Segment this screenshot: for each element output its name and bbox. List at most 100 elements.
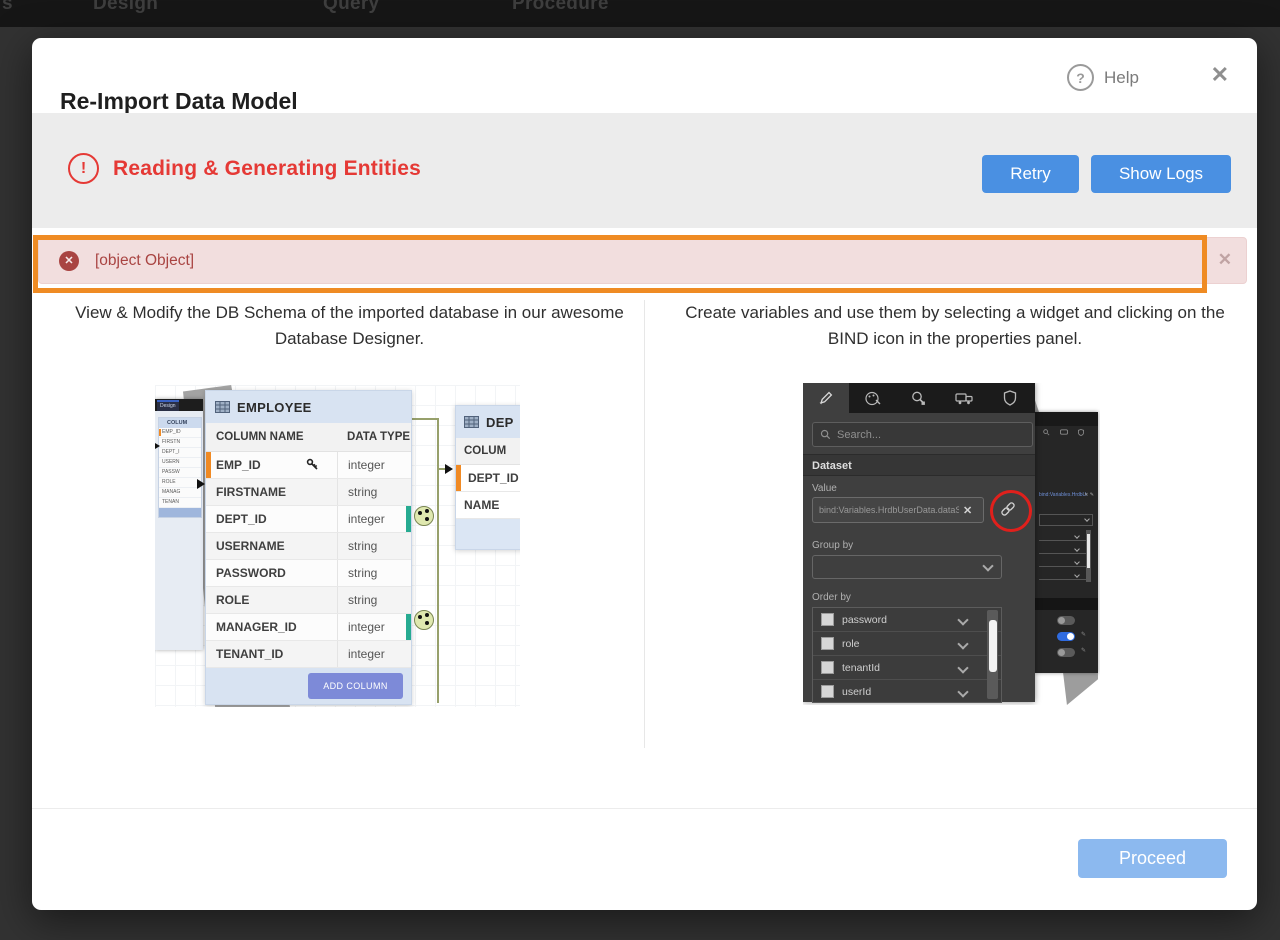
mini-relation-arrow-icon [155,443,160,449]
app-topbar: s Design Query Procedure [0,0,1280,27]
chevron-down-icon [957,638,968,649]
mini-employee-table: COLUM EMP_ID FIRSTN DEPT_I USERN PASSW R… [158,417,202,518]
reimport-dialog: Re-Import Data Model ? Help ✕ ! Reading … [32,38,1257,910]
table-row: TENANT_ID integer [206,641,411,668]
topbar-edge-text: s [2,0,13,15]
mini-toggle [1057,616,1075,625]
bind-description: Create variables and use them by selecti… [672,300,1238,352]
table-row: NAME [456,492,520,519]
mini-row: PASSW [159,468,201,478]
value-input: bind:Variables.HrdbUserData.dataSet ✕ [812,497,984,523]
style-pencil-tab [803,383,849,413]
department-table-footer [456,519,520,549]
mini-row: ROLE [159,478,201,488]
search-icon [820,429,831,440]
relation-connector-icon [414,610,434,630]
security-tab [987,383,1033,413]
employee-table-footer: ADD COLUMN [206,668,411,704]
table-row: MANAGER_ID integer [206,614,411,641]
table-row: ROLE string [206,587,411,614]
employee-table-header: EMPLOYEE [206,391,411,423]
help-button[interactable]: ? Help [1067,64,1139,91]
menu-query: Query [323,0,379,15]
data-tab [941,383,987,413]
designer-description: View & Modify the DB Schema of the impor… [62,300,637,352]
menu-design: Design [93,0,158,15]
department-column-header: COLUM [456,438,520,465]
banner-dismiss-icon[interactable]: ✕ [1218,250,1232,270]
show-logs-button[interactable]: Show Logs [1091,155,1231,193]
table-row: DEPT_ID integer [206,506,411,533]
value-text: bind:Variables.HrdbUserData.dataSet [813,505,959,515]
table-row: USERNAME string [206,533,411,560]
mini-bind-value: bind:Variables.HrdbUserData.dataSet [1039,492,1087,498]
list-item: password [813,608,1001,632]
error-message: [object Object] [95,252,194,270]
bind-icon-annotation-circle [990,490,1032,532]
mini-row: MANAG [159,488,201,498]
value-label: Value [812,483,837,494]
department-table-header: DEP [456,406,520,438]
palette-icon [864,391,881,406]
status-band: ! Reading & Generating Entities Retry Sh… [32,113,1257,228]
table-grid-icon [215,401,230,413]
help-icon: ? [1067,64,1094,91]
error-circle-x-icon: ✕ [59,251,79,271]
scrollbar [987,610,998,699]
mini-row: TENAN [159,498,201,508]
mini-toggle [1057,648,1075,657]
bind-mini-screenshot: bind:Variables.HrdbUserData.dataSet ✕ ✎ … [1035,412,1098,673]
table-row: DEPT_ID [456,465,520,492]
employee-table-title: EMPLOYEE [237,400,312,415]
clear-icon: ✕ [963,504,972,517]
panel-tabbar [803,383,1035,413]
screen: s Design Query Procedure Re-Import Data … [0,0,1280,940]
order-by-label: Order by [812,592,851,603]
retry-button[interactable]: Retry [982,155,1079,193]
error-banner: ✕ [object Object] ✕ [38,237,1247,284]
panel-search-input: Search... [812,422,1033,447]
relation-bar [406,614,411,640]
mini-row: DEPT_I [159,448,201,458]
close-icon[interactable]: ✕ [1211,62,1229,88]
settings-search-tab [895,383,941,413]
employee-column-headers: COLUMN NAME DATA TYPE [206,423,411,452]
order-by-list: password role tenantId [812,607,1002,703]
chevron-down-icon [957,614,968,625]
table-row: PASSWORD string [206,560,411,587]
relation-connector-icon [414,506,434,526]
dialog-title: Re-Import Data Model [60,88,298,115]
add-column-button: ADD COLUMN [308,673,403,699]
shield-icon [1003,390,1017,406]
mini-row: EMP_ID [159,428,201,438]
list-item: userId [813,680,1001,703]
proceed-button[interactable]: Proceed [1078,839,1227,878]
checkbox-icon [821,685,834,698]
mini-row: FIRSTN [159,438,201,448]
department-table: DEP COLUM DEPT_ID NAME [455,405,520,550]
mini-toggle-on [1057,632,1075,641]
employee-table: EMPLOYEE COLUMN NAME DATA TYPE EMP_ID in… [205,390,412,705]
key-bar [456,465,461,491]
help-label: Help [1104,68,1139,88]
relation-bar [406,506,411,532]
mini-table-header: COLUM [159,418,201,428]
designer-preview-image: Design COLUM EMP_ID FIRSTN DEPT_I USERN … [155,385,520,707]
column-divider [644,300,645,748]
checkbox-icon [821,637,834,650]
theme-tab [849,383,895,413]
group-by-select [812,555,1002,579]
bind-preview-image: bind:Variables.HrdbUserData.dataSet ✕ ✎ … [803,383,1100,705]
primary-key-icon [306,458,319,471]
relation-line [437,418,439,703]
table-grid-icon [464,416,479,428]
search-gear-icon [910,390,927,406]
checkbox-icon [821,661,834,674]
list-item: tenantId [813,656,1001,680]
relation-line [410,418,437,420]
checkbox-icon [821,613,834,626]
pencil-icon [818,390,834,406]
status-title: Reading & Generating Entities [113,157,421,181]
error-exclamation-icon: ! [68,153,99,184]
designer-mini-screenshot: Design COLUM EMP_ID FIRSTN DEPT_I USERN … [155,399,203,650]
